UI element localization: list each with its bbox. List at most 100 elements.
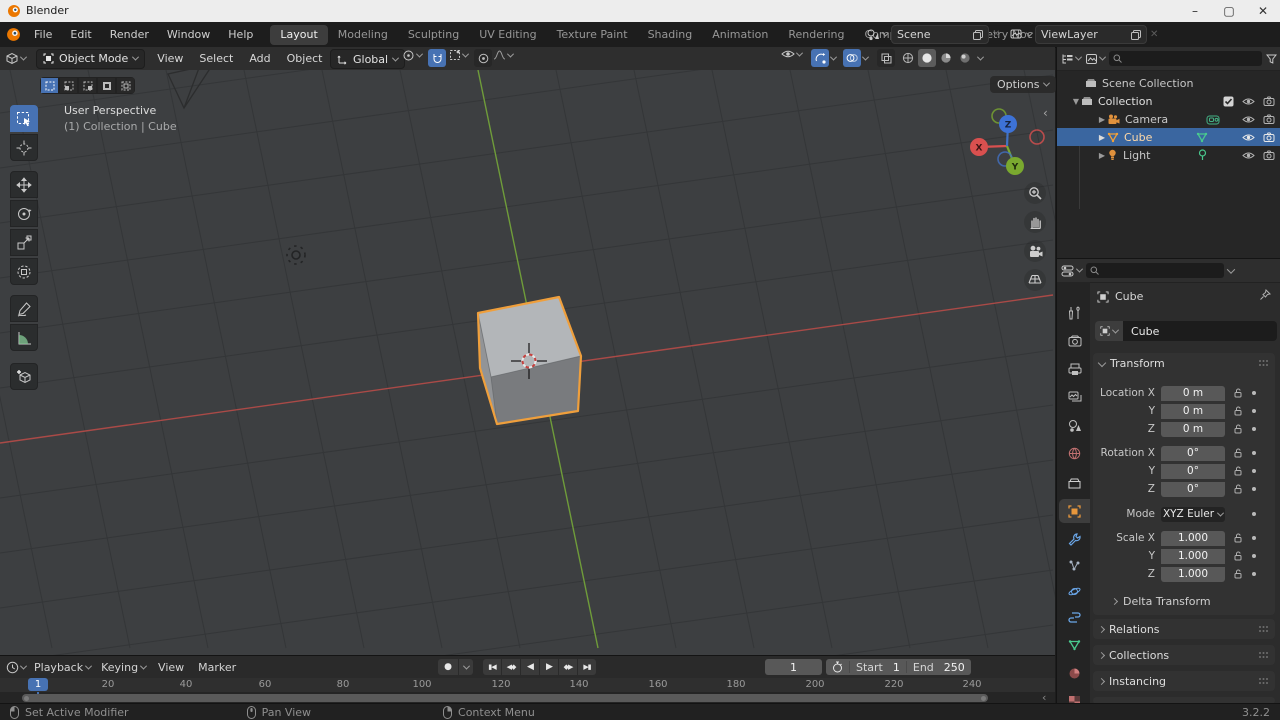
gizmo-chevron-icon[interactable] <box>830 53 837 60</box>
collapse-triangle-icon[interactable]: ▼ <box>1071 97 1081 106</box>
tool-cursor[interactable] <box>10 134 38 161</box>
shading-material-button[interactable] <box>937 49 955 67</box>
animate-dot[interactable] <box>1252 536 1256 540</box>
disable-render-icon[interactable] <box>1263 132 1275 142</box>
transform-orientation-dropdown[interactable]: Global <box>330 49 405 69</box>
select-mode-intersect[interactable] <box>117 78 134 93</box>
timeline-ruler[interactable]: 1 20 40 60 80 100 120 140 160 180 200 22… <box>0 678 1055 692</box>
object-visibility-dropdown[interactable] <box>781 49 802 59</box>
lock-icon[interactable] <box>1233 424 1243 434</box>
workspace-tab-shading[interactable]: Shading <box>638 25 703 45</box>
animate-dot[interactable] <box>1252 391 1256 395</box>
view-layer-icon[interactable] <box>1010 29 1024 41</box>
jump-to-end-button[interactable]: ▶▮ <box>578 659 596 675</box>
outliner-row-cube[interactable]: ▶ Cube <box>1057 128 1280 146</box>
minimize-button[interactable]: – <box>1178 0 1212 22</box>
menu-select[interactable]: Select <box>191 52 241 65</box>
play-reverse-button[interactable]: ◀ <box>521 659 539 675</box>
animate-dot[interactable] <box>1252 451 1256 455</box>
select-mode-set[interactable] <box>41 78 58 93</box>
timeline-editor-type-button[interactable] <box>6 661 26 674</box>
outliner-editor-type-button[interactable] <box>1061 53 1081 65</box>
expand-triangle-icon[interactable]: ▶ <box>1097 151 1107 160</box>
outliner-search-input[interactable] <box>1109 51 1262 66</box>
tab-collection[interactable] <box>1059 471 1090 495</box>
menu-window[interactable]: Window <box>158 25 219 45</box>
tab-material[interactable] <box>1059 661 1090 685</box>
navigation-gizmo[interactable]: Z X Y <box>962 100 1052 190</box>
workspace-tab-modeling[interactable]: Modeling <box>328 25 398 45</box>
playback-menu[interactable]: Playback <box>34 661 91 674</box>
hide-eye-icon[interactable] <box>1242 115 1255 124</box>
tool-annotate[interactable] <box>10 295 38 322</box>
scene-browse-chevron-icon[interactable] <box>882 30 889 37</box>
scale-z-field[interactable]: 1.000 <box>1161 567 1225 582</box>
snap-toggle-button[interactable] <box>428 49 446 67</box>
menu-render[interactable]: Render <box>101 25 158 45</box>
remove-view-layer-icon[interactable]: ✕ <box>1150 29 1158 40</box>
animate-dot[interactable] <box>1252 554 1256 558</box>
menu-view[interactable]: View <box>149 52 191 65</box>
tool-rotate[interactable] <box>10 200 38 227</box>
object-id-dropdown[interactable] <box>1095 321 1123 341</box>
tool-add-cube[interactable] <box>10 363 38 390</box>
drag-dots-icon[interactable] <box>1258 651 1269 659</box>
tool-select-box[interactable] <box>10 105 38 132</box>
camera-object[interactable] <box>168 70 213 108</box>
lock-icon[interactable] <box>1233 569 1243 579</box>
marker-menu[interactable]: Marker <box>198 661 236 674</box>
camera-view-button[interactable] <box>1024 240 1046 262</box>
auto-keying-button[interactable]: ● <box>438 659 458 675</box>
tool-scale[interactable] <box>10 229 38 256</box>
tab-object-data[interactable] <box>1059 633 1090 657</box>
tab-render[interactable] <box>1059 329 1090 353</box>
filter-icon[interactable] <box>1266 54 1277 64</box>
workspace-tab-sculpting[interactable]: Sculpting <box>398 25 469 45</box>
play-button[interactable]: ▶ <box>540 659 558 675</box>
animate-dot[interactable] <box>1252 427 1256 431</box>
drag-dots-icon[interactable] <box>1258 359 1269 367</box>
outliner-row-camera[interactable]: ▶ Camera <box>1057 110 1280 128</box>
current-frame-field[interactable]: 1 <box>765 659 822 675</box>
lock-icon[interactable] <box>1233 406 1243 416</box>
workspace-tab-rendering[interactable]: Rendering <box>778 25 854 45</box>
hide-eye-icon[interactable] <box>1242 133 1255 142</box>
tool-measure[interactable] <box>10 324 38 351</box>
shading-rendered-button[interactable] <box>956 49 974 67</box>
orthographic-toggle-button[interactable] <box>1024 269 1046 291</box>
properties-editor-type-button[interactable] <box>1061 265 1082 277</box>
lock-icon[interactable] <box>1233 484 1243 494</box>
zoom-button[interactable] <box>1024 182 1046 204</box>
collections-panel[interactable]: Collections <box>1093 645 1275 665</box>
editor-type-button[interactable] <box>5 52 26 65</box>
object-name-input[interactable]: Cube <box>1123 321 1277 341</box>
animate-dot[interactable] <box>1252 512 1256 516</box>
scale-x-field[interactable]: 1.000 <box>1161 531 1225 546</box>
properties-search-input[interactable] <box>1086 263 1224 278</box>
view-menu[interactable]: View <box>158 661 184 674</box>
snap-target-dropdown[interactable] <box>449 49 468 61</box>
outliner-display-mode-button[interactable] <box>1085 53 1105 65</box>
hide-eye-icon[interactable] <box>1242 97 1255 106</box>
playhead[interactable]: 1 <box>28 678 48 691</box>
show-overlays-button[interactable] <box>843 49 861 67</box>
expand-triangle-icon[interactable]: ▶ <box>1097 133 1107 142</box>
drag-dots-icon[interactable] <box>1258 625 1269 633</box>
animate-dot[interactable] <box>1252 487 1256 491</box>
workspace-tab-animation[interactable]: Animation <box>702 25 778 45</box>
rotation-z-field[interactable]: 0° <box>1161 482 1225 497</box>
scene-icon[interactable] <box>866 29 880 41</box>
animate-dot[interactable] <box>1252 409 1256 413</box>
keying-menu[interactable]: Keying <box>101 661 146 674</box>
view-layer-browse-chevron-icon[interactable] <box>1026 30 1033 37</box>
lock-icon[interactable] <box>1233 533 1243 543</box>
new-scene-icon[interactable] <box>973 30 983 40</box>
transform-panel-header[interactable]: Transform <box>1093 353 1275 373</box>
lock-icon[interactable] <box>1233 448 1243 458</box>
new-view-layer-icon[interactable] <box>1131 30 1141 40</box>
pan-button[interactable] <box>1024 211 1046 233</box>
outliner-row-light[interactable]: ▶ Light <box>1057 146 1280 164</box>
blender-menu-icon[interactable] <box>6 27 21 42</box>
location-x-field[interactable]: 0 m <box>1161 386 1225 401</box>
scrollbar-right-handle[interactable] <box>981 696 986 701</box>
